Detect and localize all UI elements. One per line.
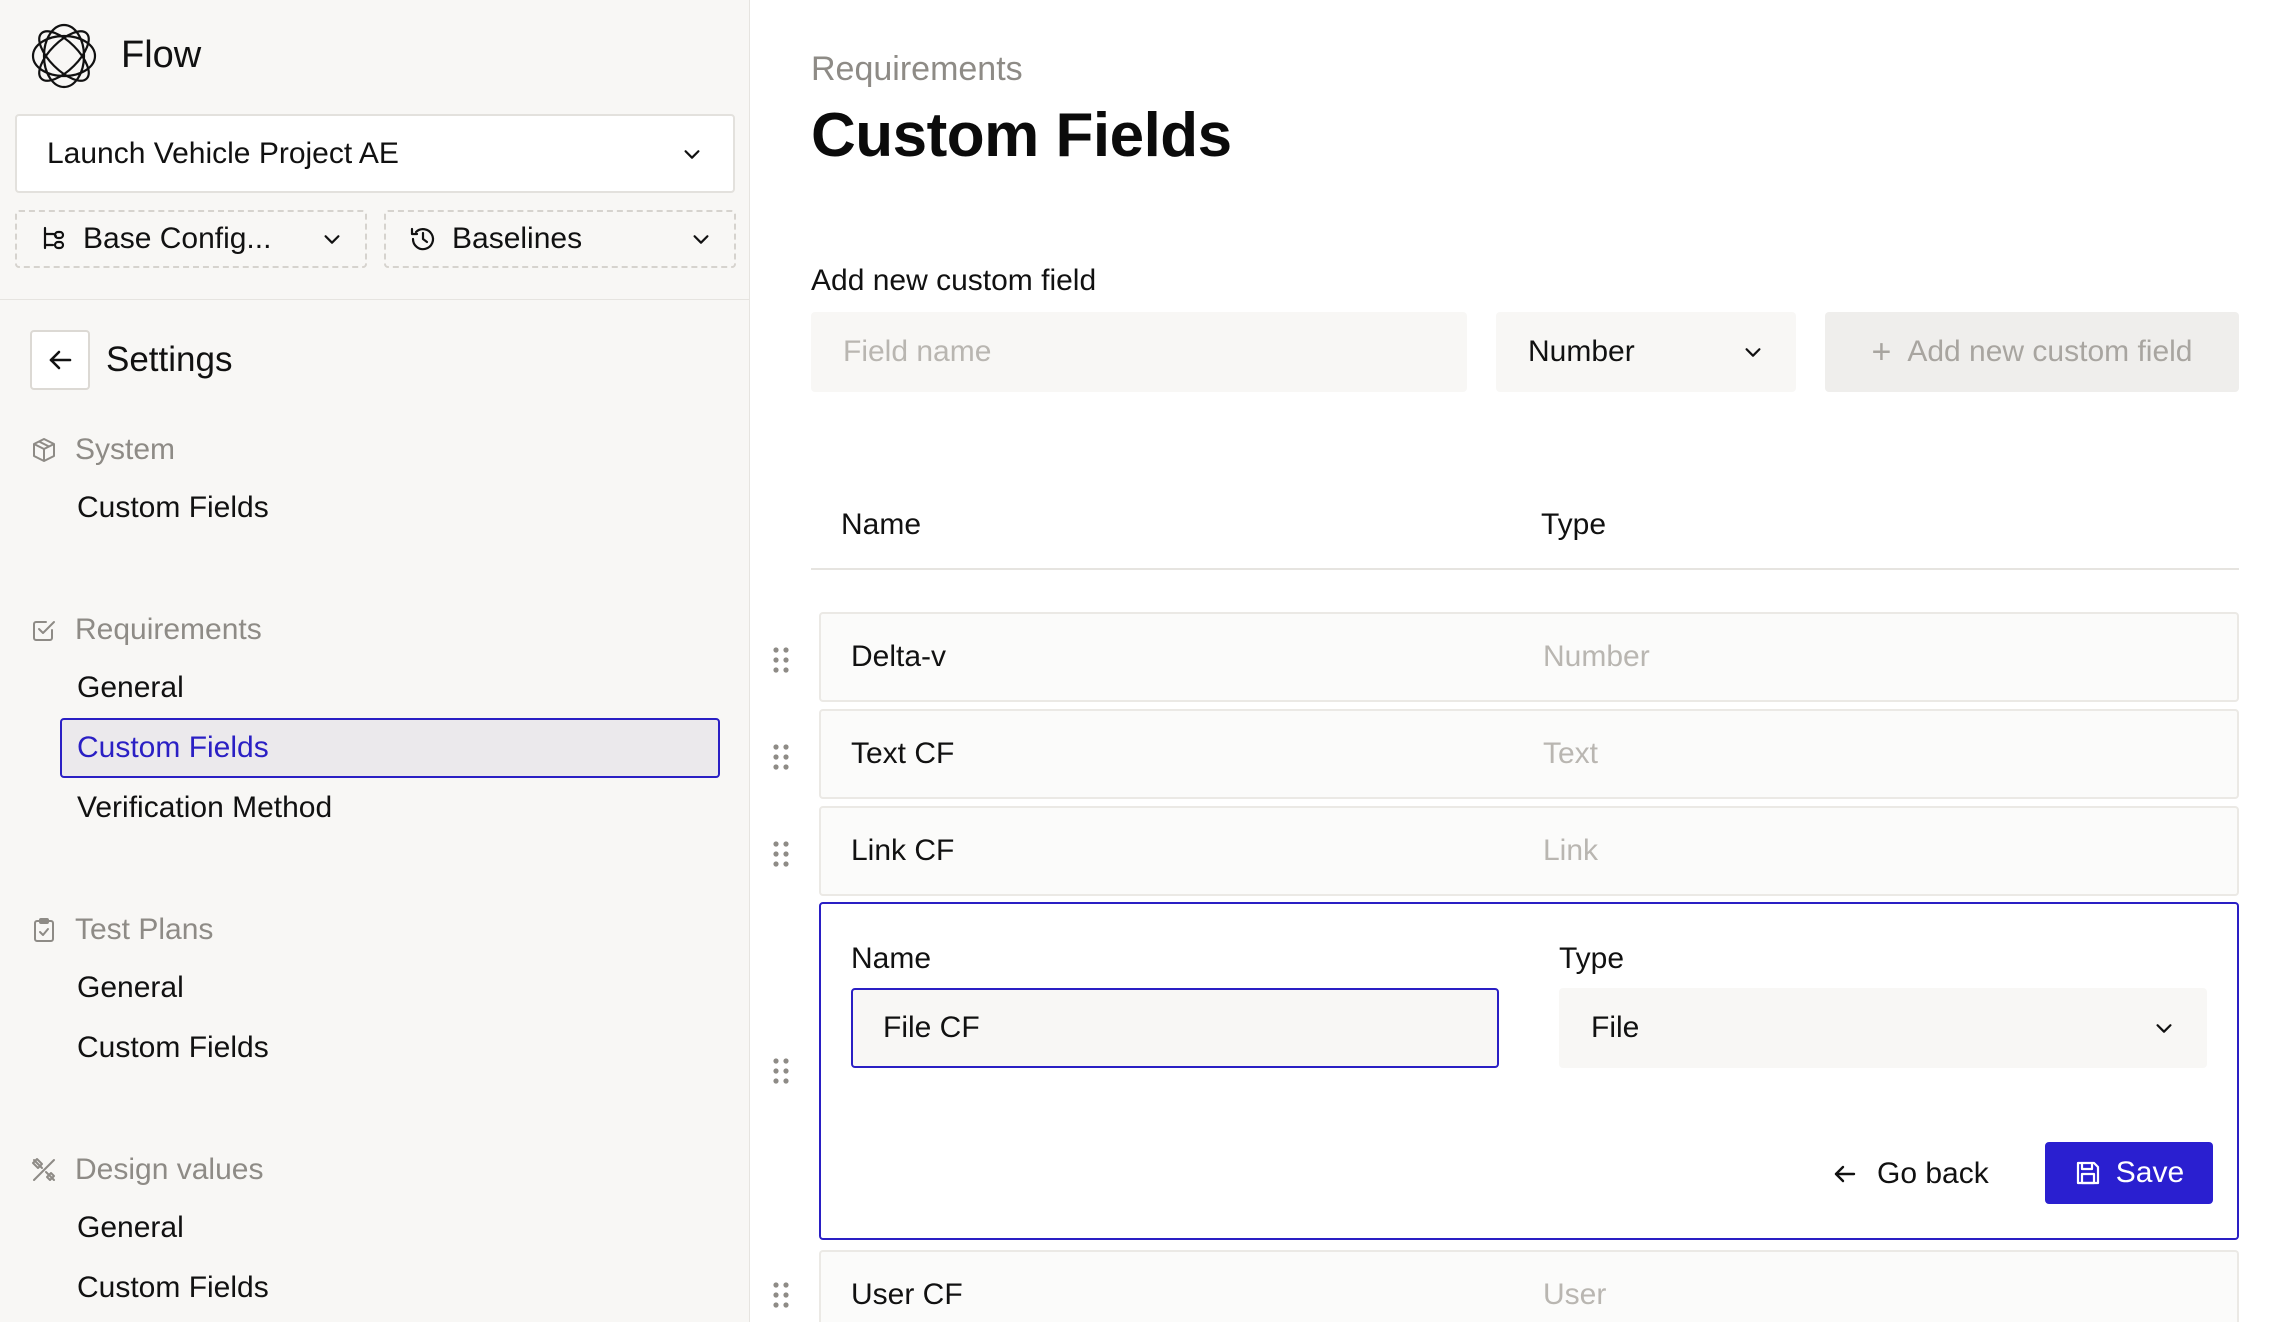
save-icon [2076, 1161, 2099, 1185]
sidebar-header: Flow Launch Vehicle Project AE Base Conf… [0, 0, 749, 300]
table-row[interactable]: Text CF Text [819, 709, 2239, 799]
branch-icon [43, 226, 65, 250]
config-select[interactable]: Base Config... [15, 210, 367, 268]
nav-item-label: Custom Fields [77, 731, 269, 764]
edit-type-value: File [1591, 1011, 1640, 1044]
cube-icon [33, 438, 55, 462]
app-title: Flow [121, 34, 202, 76]
drag-handle-icon[interactable] [771, 645, 791, 675]
table-row[interactable]: Delta-v Number [819, 612, 2239, 702]
nav-section-title: Design values [75, 1153, 264, 1186]
chevron-down-icon [2156, 1024, 2172, 1033]
settings-title: Settings [106, 340, 233, 379]
checkbox-icon [33, 621, 55, 641]
nav-section-system: System Custom Fields [0, 422, 749, 602]
chevron-down-icon [684, 149, 700, 159]
add-custom-field-button[interactable]: + Add new custom field [1825, 312, 2239, 392]
nav-section-test-plans: Test Plans General Custom Fields [0, 902, 749, 1142]
settings-nav: System Custom Fields Requirements Genera… [0, 422, 749, 1322]
edit-type-label: Type [1559, 942, 1625, 975]
row-type: Text [1543, 737, 1599, 770]
chevron-down-icon [324, 235, 340, 244]
row-type: Number [1543, 640, 1650, 673]
nav-item-test-plans-custom-fields[interactable]: Custom Fields [60, 1018, 720, 1078]
nav-item-design-values-custom-fields[interactable]: Custom Fields [60, 1258, 720, 1318]
go-back-label: Go back [1877, 1157, 1989, 1190]
row-name: Delta-v [851, 640, 947, 673]
table-row[interactable]: Link CF Link [819, 806, 2239, 896]
nav-section-title: System [75, 433, 176, 466]
save-label: Save [2115, 1156, 2185, 1189]
nav-item-label: General [77, 671, 184, 704]
nav-item-label: General [77, 971, 184, 1004]
config-select-value: Base Config... [83, 222, 272, 255]
drag-handle-icon[interactable] [771, 742, 791, 772]
clipboard-check-icon [34, 918, 54, 942]
row-type: User [1543, 1278, 1607, 1311]
page-title: Custom Fields [811, 101, 1232, 170]
nav-item-system-custom-fields[interactable]: Custom Fields [60, 478, 720, 538]
chevron-down-icon [693, 235, 709, 244]
tools-icon [32, 1158, 55, 1181]
drag-handle-icon[interactable] [771, 1280, 791, 1310]
main-content: Requirements Custom Fields Add new custo… [751, 0, 2278, 1322]
add-custom-field-button-label: Add new custom field [1907, 335, 2193, 368]
edit-type-select[interactable]: File [1559, 988, 2207, 1068]
nav-section-requirements: Requirements General Custom Fields Verif… [0, 602, 749, 902]
nav-item-requirements-verification-method[interactable]: Verification Method [60, 778, 720, 838]
project-select-value: Launch Vehicle Project AE [47, 136, 399, 170]
settings-header: Settings [30, 330, 232, 390]
chevron-down-icon [1745, 348, 1761, 357]
save-button[interactable]: Save [2045, 1142, 2213, 1204]
new-field-type-select[interactable]: Number [1496, 312, 1796, 392]
edit-name-input[interactable] [851, 988, 1499, 1068]
nav-item-requirements-custom-fields[interactable]: Custom Fields [60, 718, 720, 778]
baselines-select-value: Baselines [452, 222, 583, 255]
row-name: User CF [851, 1278, 963, 1311]
breadcrumb[interactable]: Requirements [811, 50, 1023, 89]
nav-item-label: Custom Fields [77, 1271, 269, 1304]
editing-row: Name Type File Go back Save [819, 902, 2239, 1240]
table-header: Name Type [811, 490, 2239, 570]
plus-icon: + [1871, 332, 1892, 371]
column-header-name: Name [841, 508, 922, 541]
drag-handle-icon[interactable] [771, 839, 791, 869]
arrow-left-icon [49, 350, 72, 370]
table-row[interactable]: User CF User [819, 1250, 2239, 1322]
row-type: Link [1543, 834, 1599, 867]
add-field-label: Add new custom field [811, 264, 1097, 297]
nav-item-test-plans-general[interactable]: General [60, 958, 720, 1018]
field-name-input[interactable] [811, 312, 1467, 392]
nav-item-label: General [77, 1211, 184, 1244]
edit-name-label: Name [851, 942, 932, 975]
sidebar: Flow Launch Vehicle Project AE Base Conf… [0, 0, 750, 1322]
nav-section-title: Test Plans [75, 913, 214, 946]
new-field-type-value: Number [1528, 335, 1635, 368]
flow-logo-icon [31, 23, 97, 89]
drag-handle-icon[interactable] [771, 1056, 791, 1086]
history-icon [410, 227, 435, 251]
column-header-type: Type [1541, 508, 1607, 541]
nav-item-design-values-general[interactable]: General [60, 1198, 720, 1258]
settings-back-button[interactable] [30, 330, 90, 390]
nav-item-label: Custom Fields [77, 491, 269, 524]
baselines-select[interactable]: Baselines [384, 210, 736, 268]
go-back-button[interactable]: Go back [1831, 1144, 1989, 1204]
nav-section-title: Requirements [75, 613, 262, 646]
arrow-left-icon [1834, 1165, 1856, 1183]
nav-item-label: Custom Fields [77, 1031, 269, 1064]
nav-item-label: Verification Method [77, 791, 333, 824]
nav-item-requirements-general[interactable]: General [60, 658, 720, 718]
row-name: Link CF [851, 834, 955, 867]
project-select[interactable]: Launch Vehicle Project AE [15, 114, 735, 193]
row-name: Text CF [851, 737, 955, 770]
nav-section-design-values: Design values General Custom Fields [0, 1142, 749, 1322]
